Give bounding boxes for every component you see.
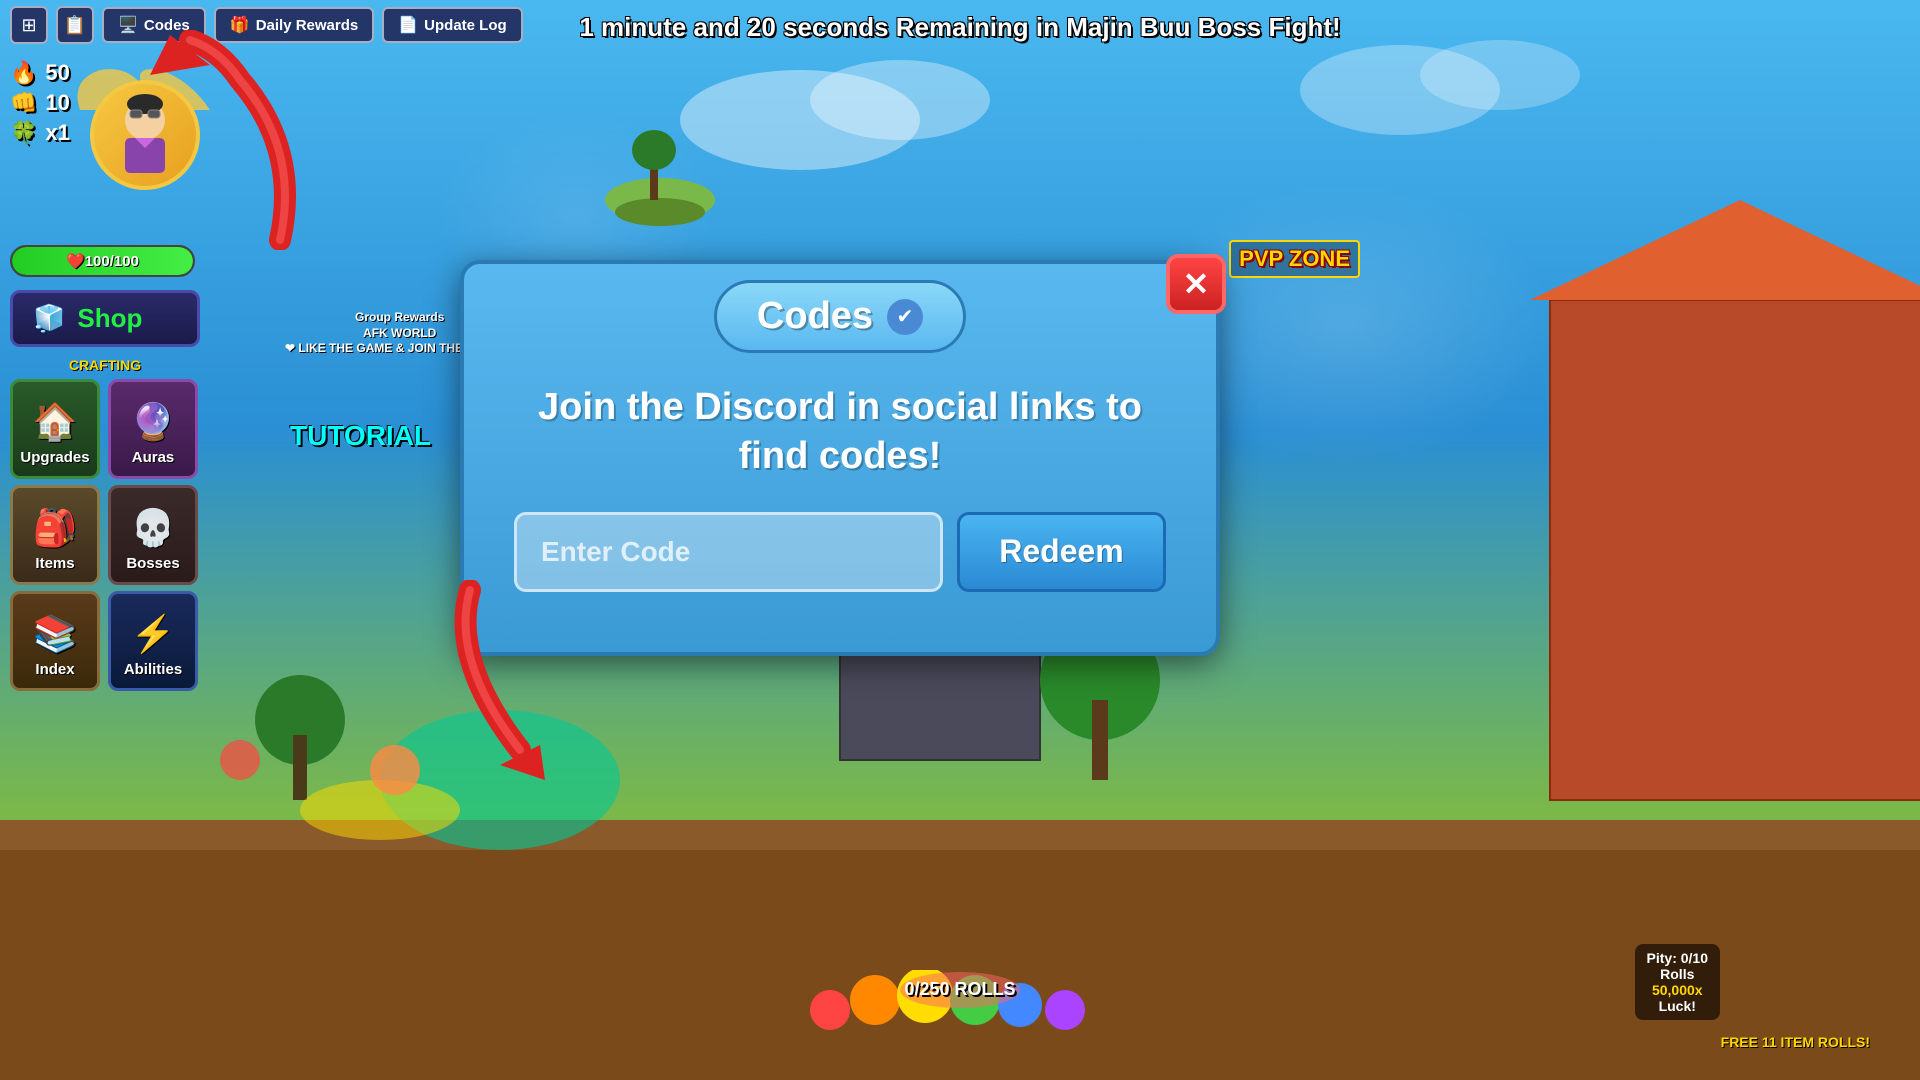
- modal-title-background: Codes ✔: [714, 280, 966, 353]
- stat-fire-value: 50: [45, 60, 69, 86]
- health-bar-text: ❤️ 100 / 100: [12, 247, 193, 275]
- redeem-button[interactable]: Redeem: [957, 512, 1166, 592]
- shop-label: Shop: [77, 303, 142, 334]
- strength-icon: 👊: [10, 90, 37, 116]
- modal-message: Join the Discord in social links to find…: [514, 383, 1166, 482]
- bosses-icon: 💀: [131, 507, 176, 549]
- fire-icon: 🔥: [10, 60, 37, 86]
- tutorial-label: TUTORIAL: [290, 420, 431, 452]
- close-icon: ✕: [1183, 265, 1210, 303]
- codes-nav-icon: 🖥️: [118, 15, 138, 35]
- daily-rewards-label: Daily Rewards: [256, 17, 359, 34]
- upgrades-label: Upgrades: [20, 449, 89, 466]
- boss-fight-message: 1 minute and 20 seconds Remaining in Maj…: [579, 12, 1340, 43]
- notebook-icon: 📋: [64, 15, 86, 36]
- notebook-button[interactable]: 📋: [56, 6, 94, 44]
- stat-strength: 👊 10: [10, 90, 70, 116]
- bosses-button[interactable]: 💀 Bosses: [108, 485, 198, 585]
- daily-rewards-icon: 🎁: [230, 15, 250, 35]
- modal-body: Join the Discord in social links to find…: [464, 363, 1216, 622]
- codes-nav-button[interactable]: 🖥️ Codes: [102, 7, 206, 43]
- health-icon: ❤️: [66, 252, 85, 270]
- abilities-label: Abilities: [124, 661, 182, 678]
- index-icon: 📚: [33, 613, 78, 655]
- rolls-counter: 0/250 ROLLS: [904, 979, 1015, 1000]
- pity-counter: Pity: 0/10 Rolls 50,000x Luck!: [1635, 944, 1720, 1020]
- shop-icon: 🧊: [33, 303, 65, 334]
- abilities-button[interactable]: ⚡ Abilities: [108, 591, 198, 691]
- items-icon: 🎒: [33, 507, 78, 549]
- update-log-button[interactable]: 📄 Update Log: [382, 7, 522, 43]
- auras-label: Auras: [132, 449, 175, 466]
- update-log-icon: 📄: [398, 15, 418, 35]
- redeem-label: Redeem: [999, 533, 1124, 569]
- index-label: Index: [35, 661, 74, 678]
- codes-modal: Codes ✔ ✕ Join the Discord in social lin…: [460, 260, 1220, 656]
- stat-luck-value: x1: [45, 120, 69, 146]
- crafting-label: CRAFTING: [10, 357, 200, 373]
- luck-icon: 🍀: [10, 120, 37, 146]
- stat-luck: 🍀 x1: [10, 120, 70, 146]
- modal-title: Codes: [757, 295, 873, 338]
- health-bar-container: ❤️ 100 / 100: [10, 245, 195, 277]
- index-button[interactable]: 📚 Index: [10, 591, 100, 691]
- health-max: 100: [114, 253, 139, 270]
- stat-strength-value: 10: [45, 90, 69, 116]
- update-log-label: Update Log: [424, 17, 507, 34]
- upgrades-button[interactable]: 🏠 Upgrades: [10, 379, 100, 479]
- modal-inputs: Redeem: [514, 512, 1166, 592]
- auras-button[interactable]: 🔮 Auras: [108, 379, 198, 479]
- player-stats: 🔥 50 👊 10 🍀 x1: [10, 60, 70, 146]
- health-bar-background: ❤️ 100 / 100: [10, 245, 195, 277]
- modal-title-bar: Codes ✔: [464, 264, 1216, 363]
- close-modal-button[interactable]: ✕: [1166, 254, 1226, 314]
- home-icon: ⊞: [21, 15, 36, 36]
- pity-rolls-label: Pity: 0/10: [1647, 950, 1708, 966]
- pvp-zone-label: PVP ZONE: [1229, 240, 1360, 278]
- bosses-label: Bosses: [126, 555, 179, 572]
- bottom-hud: 0/250 ROLLS: [904, 979, 1015, 1000]
- home-button[interactable]: ⊞: [10, 6, 48, 44]
- health-value: 100: [85, 253, 110, 270]
- checkmark-icon: ✔: [897, 304, 914, 329]
- codes-nav-label: Codes: [144, 17, 190, 34]
- items-button[interactable]: 🎒 Items: [10, 485, 100, 585]
- player-avatar: [90, 80, 200, 190]
- daily-rewards-button[interactable]: 🎁 Daily Rewards: [214, 7, 374, 43]
- left-menu: 🧊 Shop CRAFTING 🏠 Upgrades 🔮 Auras 🎒 Ite…: [10, 290, 200, 691]
- code-input[interactable]: [514, 512, 943, 592]
- abilities-icon: ⚡: [131, 613, 176, 655]
- free-rolls-text: FREE 11 ITEM ROLLS!: [1721, 1034, 1870, 1050]
- stat-fire: 🔥 50: [10, 60, 70, 86]
- items-label: Items: [35, 555, 74, 572]
- modal-title-checkmark: ✔: [887, 299, 923, 335]
- menu-grid: 🏠 Upgrades 🔮 Auras 🎒 Items 💀 Bosses 📚 In…: [10, 379, 200, 691]
- upgrades-icon: 🏠: [33, 401, 78, 443]
- auras-icon: 🔮: [131, 401, 176, 443]
- shop-button[interactable]: 🧊 Shop: [10, 290, 200, 347]
